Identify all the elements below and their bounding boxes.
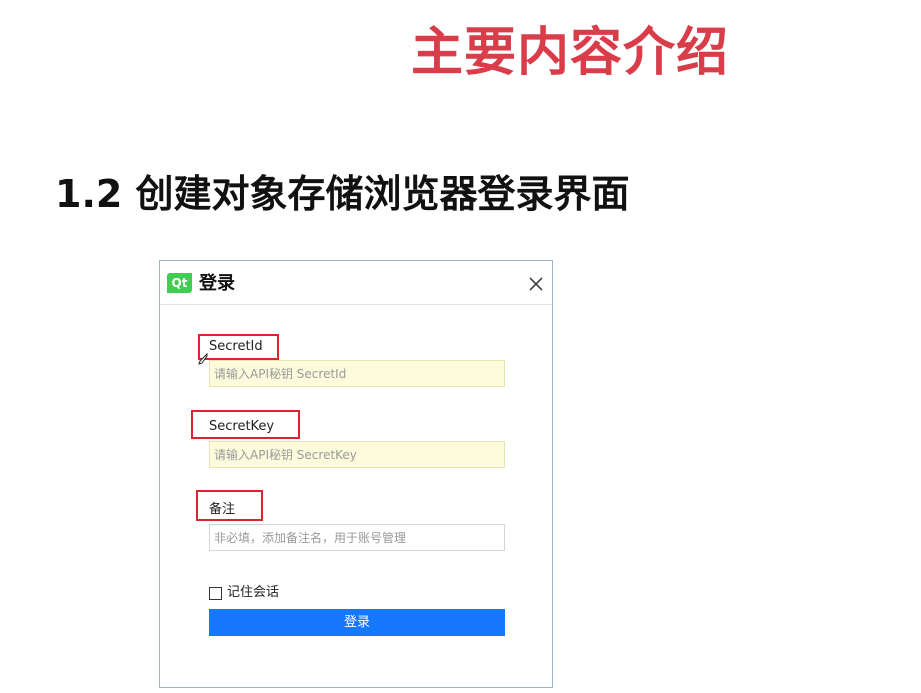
remember-session-label[interactable]: 记住会话 xyxy=(227,585,279,601)
remember-session-checkbox[interactable] xyxy=(209,587,222,600)
close-icon[interactable] xyxy=(526,274,546,294)
slide-title: 主要内容介绍 xyxy=(410,23,729,83)
secret-id-label: SecretId xyxy=(209,339,263,354)
section-heading: 1.2 创建对象存储浏览器登录界面 xyxy=(55,172,630,216)
secret-id-input[interactable] xyxy=(209,360,505,387)
login-dialog: Qt 登录 SecretId SecretKey 备注 记住会话 登录 xyxy=(159,260,553,688)
qt-logo-icon: Qt xyxy=(167,273,192,293)
dialog-titlebar: Qt 登录 xyxy=(160,261,552,305)
remark-input[interactable] xyxy=(209,524,505,551)
secret-key-label: SecretKey xyxy=(209,419,275,434)
remark-label: 备注 xyxy=(209,502,236,517)
login-button[interactable]: 登录 xyxy=(209,609,505,636)
mouse-cursor-icon xyxy=(198,353,208,365)
dialog-title: 登录 xyxy=(199,273,235,294)
secret-key-input[interactable] xyxy=(209,441,505,468)
